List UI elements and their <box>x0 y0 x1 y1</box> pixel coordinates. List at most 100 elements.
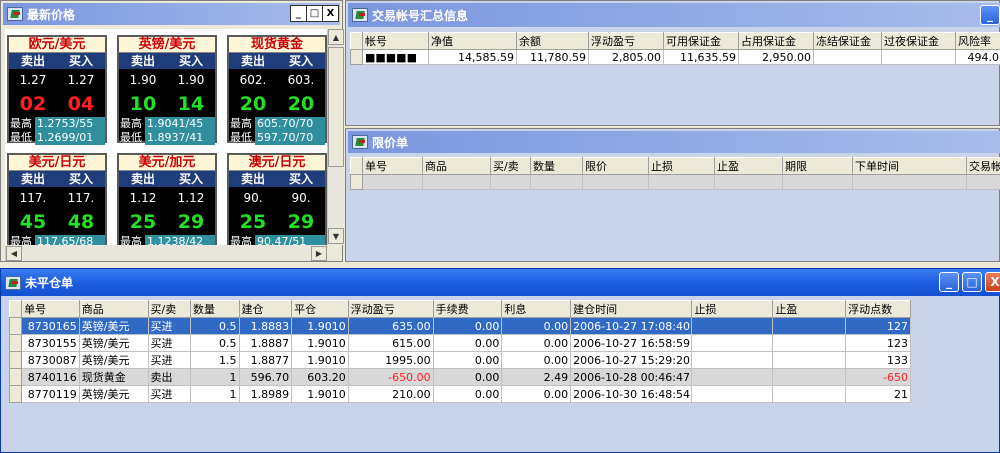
table-cell: 买进 <box>147 334 191 352</box>
column-header[interactable]: 止损 <box>648 157 715 175</box>
buy-label[interactable]: 买入 <box>57 171 105 187</box>
buy-pips[interactable]: 20 <box>277 91 325 117</box>
column-header[interactable]: 止盈 <box>714 157 783 175</box>
column-header[interactable]: 手续费 <box>432 300 503 318</box>
row-indicator[interactable] <box>8 334 23 352</box>
table-cell: 21 <box>845 385 911 403</box>
maximize-button[interactable]: □ <box>962 272 982 292</box>
sell-label[interactable]: 卖出 <box>9 171 57 187</box>
price-tile[interactable]: 英镑/美元 卖出 买入 1.90 1.90 10 14 最高 1.9041/45 最低 1.8937… <box>117 35 217 145</box>
price-vertical-scrollbar[interactable]: ▲ ▼ <box>327 29 344 245</box>
minimize-button[interactable]: _ <box>939 272 959 292</box>
close-button[interactable]: X <box>985 272 1000 292</box>
column-header[interactable]: 单号 <box>362 157 423 175</box>
column-header[interactable]: 单号 <box>21 300 80 318</box>
table-cell: 卖出 <box>147 368 191 386</box>
column-header[interactable]: 交易帐 <box>966 157 1000 175</box>
sell-pips[interactable]: 20 <box>229 91 277 117</box>
account-window-titlebar[interactable]: 交易帐号汇总信息 _ <box>348 3 1000 27</box>
column-header[interactable]: 买/卖 <box>490 157 531 175</box>
sell-label[interactable]: 卖出 <box>229 171 277 187</box>
buy-pips[interactable]: 29 <box>277 209 325 235</box>
column-header[interactable]: 风险率 <box>955 32 1000 50</box>
buy-pips[interactable]: 14 <box>167 91 215 117</box>
sell-pips[interactable]: 25 <box>119 209 167 235</box>
price-horizontal-scrollbar[interactable]: ◀ ▶ <box>5 246 327 261</box>
column-header[interactable]: 可用保证金 <box>663 32 739 50</box>
minimize-button[interactable]: _ <box>980 5 1000 25</box>
scroll-up-arrow-icon[interactable]: ▲ <box>328 29 344 45</box>
sell-pips[interactable]: 02 <box>9 91 57 117</box>
table-row[interactable]: 8770119 英镑/美元 买进 1 1.8989 1.9010 210.00 0.00 0.0… <box>8 385 911 403</box>
price-tile[interactable]: 欧元/美元 卖出 买入 1.27 1.27 02 04 最高 1.2753/55 最低 1.2699… <box>7 35 107 145</box>
column-header[interactable]: 数量 <box>530 157 583 175</box>
maximize-button[interactable]: □ <box>306 5 323 22</box>
column-header[interactable]: 建仓 <box>238 300 293 318</box>
price-tile[interactable]: 澳元/日元 卖出 买入 90. 90. 25 29 最高 90.47/51 <box>227 153 327 245</box>
column-header[interactable]: 浮动盈亏 <box>588 32 664 50</box>
table-cell: 11,780.59 <box>516 49 589 65</box>
close-button[interactable]: X <box>322 5 339 22</box>
column-header[interactable]: 数量 <box>189 300 240 318</box>
column-header[interactable]: 平仓 <box>291 300 349 318</box>
column-header[interactable]: 浮动盈亏 <box>347 300 434 318</box>
column-header[interactable]: 止损 <box>691 300 774 318</box>
buy-label[interactable]: 买入 <box>57 53 105 69</box>
column-header[interactable]: 过夜保证金 <box>881 32 956 50</box>
row-indicator[interactable] <box>8 385 23 403</box>
row-indicator[interactable] <box>350 174 363 190</box>
column-header[interactable]: 帐号 <box>362 32 429 50</box>
column-header[interactable]: 冻结保证金 <box>813 32 882 50</box>
table-cell <box>772 351 847 369</box>
row-indicator[interactable] <box>8 351 23 369</box>
sell-pips[interactable]: 25 <box>229 209 277 235</box>
price-tile[interactable]: 美元/加元 卖出 买入 1.12 1.12 25 29 最高 1.1238/42 <box>117 153 217 245</box>
account-window: 交易帐号汇总信息 _ 帐号 净值 余额 浮动盈亏 可用保证金 占用保证金 冻结保证金 过夜保证… <box>345 0 1000 126</box>
sell-label[interactable]: 卖出 <box>9 53 57 69</box>
column-header[interactable]: 建仓时间 <box>570 300 693 318</box>
buy-label[interactable]: 买入 <box>277 171 325 187</box>
table-row[interactable]: ■■■■■ 14,585.59 11,780.59 2,805.00 11,635.59… <box>350 49 1000 65</box>
buy-label[interactable]: 买入 <box>277 53 325 69</box>
buy-label[interactable]: 买入 <box>167 53 215 69</box>
sell-pips[interactable]: 10 <box>119 91 167 117</box>
scroll-thumb[interactable] <box>328 47 344 167</box>
limit-window-titlebar[interactable]: 限价单 <box>348 131 1000 153</box>
scroll-left-arrow-icon[interactable]: ◀ <box>6 246 22 261</box>
buy-pips[interactable]: 04 <box>57 91 105 117</box>
column-header[interactable]: 利息 <box>501 300 572 318</box>
price-tile[interactable]: 现货黄金 卖出 买入 602. 603. 20 20 最高 605.70/70 最低 597.70/… <box>227 35 327 145</box>
column-header[interactable]: 净值 <box>428 32 517 50</box>
row-indicator[interactable] <box>8 317 23 335</box>
buy-pips[interactable]: 48 <box>57 209 105 235</box>
column-header[interactable]: 余额 <box>516 32 589 50</box>
table-row[interactable] <box>350 174 1000 190</box>
column-header[interactable]: 商品 <box>78 300 149 318</box>
table-row[interactable]: 8730165 英镑/美元 买进 0.5 1.8883 1.9010 635.00 0.00 0… <box>8 317 911 335</box>
scroll-right-arrow-icon[interactable]: ▶ <box>311 246 327 261</box>
buy-label[interactable]: 买入 <box>167 171 215 187</box>
price-tile[interactable]: 美元/日元 卖出 买入 117. 117. 45 48 最高 117.65/68 <box>7 153 107 245</box>
buy-pips[interactable]: 29 <box>167 209 215 235</box>
row-indicator[interactable] <box>8 368 23 386</box>
sell-label[interactable]: 卖出 <box>119 171 167 187</box>
column-header[interactable]: 商品 <box>422 157 491 175</box>
price-window-titlebar[interactable]: 最新价格 _ □ X <box>3 3 340 25</box>
open-positions-titlebar[interactable]: 未平仓单 _ □ X <box>1 269 1000 296</box>
column-header[interactable]: 买/卖 <box>147 300 191 318</box>
column-header[interactable]: 限价 <box>582 157 649 175</box>
scroll-down-arrow-icon[interactable]: ▼ <box>328 228 344 244</box>
column-header[interactable]: 期限 <box>782 157 853 175</box>
row-indicator[interactable] <box>350 49 363 65</box>
column-header[interactable]: 止盈 <box>772 300 847 318</box>
table-row[interactable]: 8740116 现货黄金 卖出 1 596.70 603.20 -650.00 0.00 2.4… <box>8 368 911 386</box>
column-header[interactable]: 占用保证金 <box>738 32 814 50</box>
sell-pips[interactable]: 45 <box>9 209 57 235</box>
table-row[interactable]: 8730087 英镑/美元 买进 1.5 1.8877 1.9010 1995.00 0.00… <box>8 351 911 369</box>
minimize-button[interactable]: _ <box>290 5 307 22</box>
column-header[interactable]: 下单时间 <box>852 157 967 175</box>
sell-label[interactable]: 卖出 <box>119 53 167 69</box>
table-row[interactable]: 8730155 英镑/美元 买进 0.5 1.8887 1.9010 615.00 0.00 0… <box>8 334 911 352</box>
sell-label[interactable]: 卖出 <box>229 53 277 69</box>
column-header[interactable]: 浮动点数 <box>845 300 911 318</box>
